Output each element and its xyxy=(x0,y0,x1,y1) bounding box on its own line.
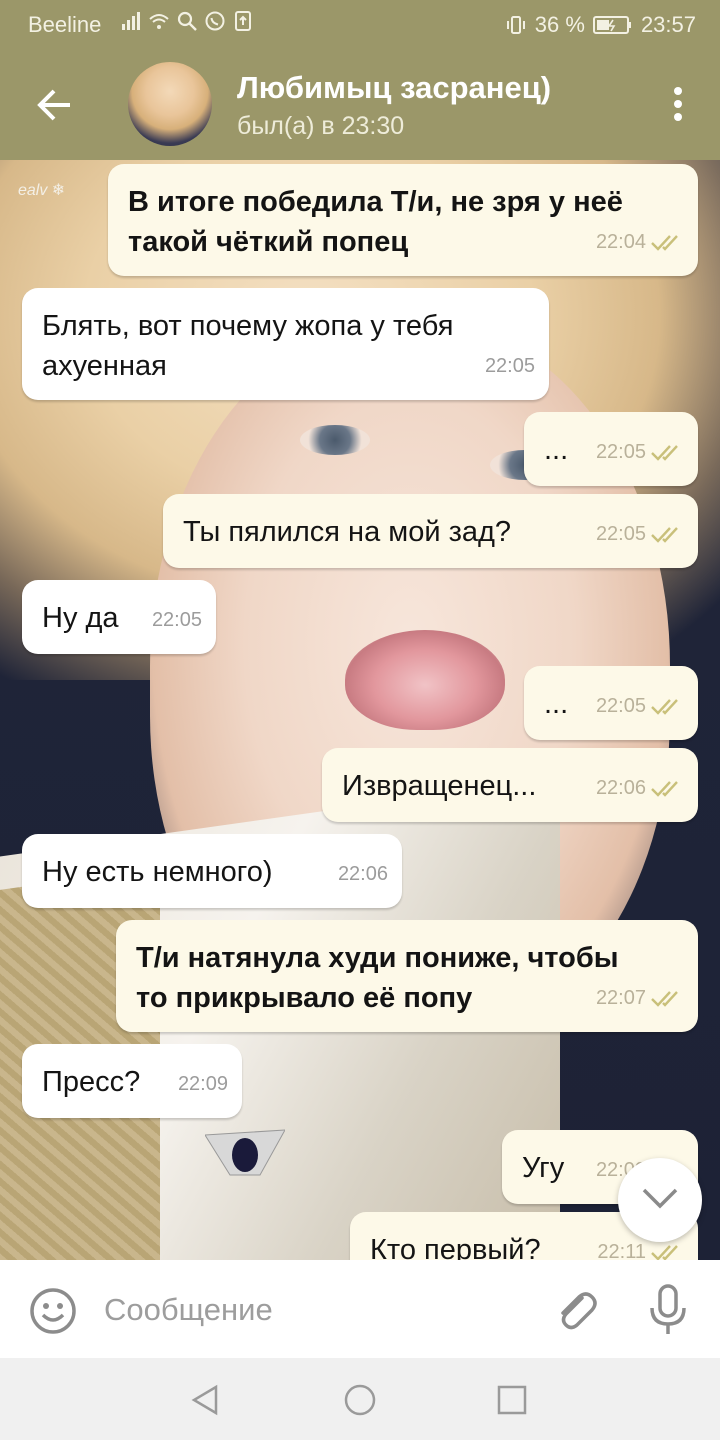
message-text: Ты пялился на мой зад? xyxy=(183,512,511,552)
contact-name[interactable]: Любимыц засранец) xyxy=(237,70,551,106)
more-options-icon[interactable] xyxy=(666,84,690,128)
vibrate-icon xyxy=(506,16,525,34)
wifi-icon xyxy=(149,14,169,29)
message-line: Кто первый? xyxy=(370,1234,541,1260)
message-line: Т/и натянула худи пониже, чтобы xyxy=(136,942,619,974)
double-check-icon xyxy=(651,445,678,461)
message-meta: 22:06 xyxy=(596,768,684,808)
incoming-message[interactable]: Блять, вот почему жопа у тебя ахуенная 22:… xyxy=(22,288,549,400)
emoji-smile-icon[interactable] xyxy=(28,1286,78,1336)
message-line: Блять, вот почему жопа у тебя xyxy=(42,310,454,342)
message-text: ... xyxy=(544,684,568,724)
message-line: Ну да xyxy=(42,602,119,634)
message-time: 22:05 xyxy=(595,441,646,463)
message-line: Ты пялился на мой зад? xyxy=(183,516,512,548)
message-line: ... xyxy=(544,434,569,466)
battery-icon xyxy=(592,16,631,34)
message-input[interactable] xyxy=(104,1288,524,1332)
message-meta: 22:09 xyxy=(178,1064,228,1104)
message-text: В итоге победила Т/и, не зря у неё такой … xyxy=(128,182,623,262)
message-text: Т/и натянула худи пониже, чтобы то прикры… xyxy=(136,938,619,1018)
search-icon xyxy=(177,11,197,31)
message-text: Блять, вот почему жопа у тебя ахуенная xyxy=(42,306,453,386)
outgoing-message[interactable]: Т/и натянула худи пониже, чтобы то прикры… xyxy=(116,920,698,1032)
message-time: 22:07 xyxy=(595,987,646,1009)
double-check-icon xyxy=(651,991,678,1007)
message-meta: 22:05 xyxy=(596,514,684,554)
message-input-bar xyxy=(0,1260,720,1358)
double-check-icon xyxy=(651,235,678,251)
nav-home-icon[interactable] xyxy=(342,1382,378,1418)
incoming-message[interactable]: Пресс? 22:09 xyxy=(22,1044,242,1118)
scroll-down-button[interactable] xyxy=(618,1158,702,1242)
last-seen-status: был(а) в 23:30 xyxy=(237,112,405,140)
message-text: Извращенец... xyxy=(342,766,536,806)
message-meta: 22:05 xyxy=(596,686,684,726)
message-text: Ну есть немного) xyxy=(42,852,273,892)
message-meta: 22:05 xyxy=(152,600,202,640)
message-line: Извращенец... xyxy=(342,770,537,802)
incoming-message[interactable]: Ну есть немного) 22:06 xyxy=(22,834,402,908)
whatsapp-icon xyxy=(205,11,225,31)
outgoing-message[interactable]: ... 22:05 xyxy=(524,666,698,740)
status-bar: Beeline 36 % 23:57 xyxy=(0,0,720,48)
message-time: 22:06 xyxy=(337,863,388,885)
outgoing-message[interactable]: Извращенец... 22:06 xyxy=(322,748,698,822)
chevron-down-icon xyxy=(642,1188,678,1209)
paperclip-icon[interactable] xyxy=(552,1286,600,1336)
message-meta: 22:04 xyxy=(596,222,684,262)
system-navigation-bar xyxy=(0,1358,720,1440)
chat-header: Любимыц засранец) был(а) в 23:30 xyxy=(0,48,720,160)
nav-back-icon[interactable] xyxy=(188,1382,224,1418)
outgoing-message[interactable]: ... 22:05 xyxy=(524,412,698,486)
double-check-icon xyxy=(651,781,678,797)
message-text: ... xyxy=(544,430,568,470)
clock: 23:57 xyxy=(640,12,696,37)
double-check-icon xyxy=(651,699,678,715)
message-time: 22:09 xyxy=(177,1073,228,1095)
message-text: Угу xyxy=(522,1148,564,1188)
double-check-icon xyxy=(651,527,678,543)
message-meta: 22:05 xyxy=(485,346,535,386)
carrier-name: Beeline xyxy=(28,12,102,37)
outgoing-message[interactable]: В итоге победила Т/и, не зря у неё такой … xyxy=(108,164,698,276)
contact-avatar[interactable] xyxy=(128,62,212,146)
message-meta: 22:06 xyxy=(338,854,388,894)
incoming-message[interactable]: Ну да 22:05 xyxy=(22,580,216,654)
telegram-chat-screen: Beeline 36 % 23:57 Любимыц засранец) был… xyxy=(0,0,720,1440)
message-time: 22:06 xyxy=(595,777,646,799)
message-list[interactable]: В итоге победила Т/и, не зря у неё такой … xyxy=(0,160,720,1260)
message-time: 22:05 xyxy=(484,355,535,377)
message-line: то прикрывало её попу xyxy=(136,982,473,1014)
message-meta: 22:07 xyxy=(596,978,684,1018)
status-right: 36 % 23:57 xyxy=(505,12,696,38)
message-time: 22:05 xyxy=(151,609,202,631)
signal-icon xyxy=(122,12,140,30)
double-check-icon xyxy=(651,1245,678,1260)
message-line: В итоге победила Т/и, не зря у неё xyxy=(128,186,623,218)
message-text: Пресс? xyxy=(42,1062,140,1102)
message-time: 22:05 xyxy=(595,523,646,545)
outgoing-message[interactable]: Ты пялился на мой зад? 22:05 xyxy=(163,494,698,568)
message-meta: 22:05 xyxy=(596,432,684,472)
message-time: 22:05 xyxy=(595,695,646,717)
message-text: Ну да xyxy=(42,598,119,638)
back-arrow-icon[interactable] xyxy=(30,80,80,130)
microphone-icon[interactable] xyxy=(646,1282,690,1338)
nav-recents-icon[interactable] xyxy=(494,1382,530,1418)
message-time: 22:04 xyxy=(595,231,646,253)
battery-percent: 36 % xyxy=(534,12,585,37)
message-text: Кто первый? xyxy=(370,1230,541,1260)
status-icons xyxy=(120,10,254,32)
message-line: ... xyxy=(544,688,569,720)
message-line: такой чёткий попец xyxy=(128,226,409,258)
message-line: Угу xyxy=(522,1152,565,1184)
message-line: ахуенная xyxy=(42,350,167,382)
message-line: Ну есть немного) xyxy=(42,856,273,888)
message-line: Пресс? xyxy=(42,1066,141,1098)
upload-icon xyxy=(235,11,251,31)
